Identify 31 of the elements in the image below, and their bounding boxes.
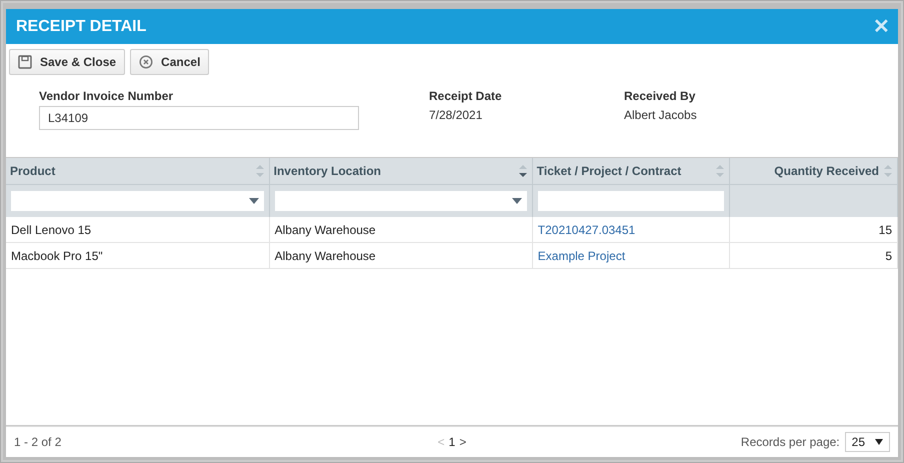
table-cell: 5 (729, 242, 898, 268)
filter-dropdown[interactable] (274, 191, 527, 211)
circle-x-icon (139, 55, 154, 69)
table-cell: Macbook Pro 15" (6, 242, 270, 268)
dropdown-arrow-icon (512, 198, 522, 204)
field-label: Vendor Invoice Number (39, 89, 174, 103)
table-cell: Albany Warehouse (269, 217, 532, 242)
link[interactable]: T20210427.03451 (538, 222, 636, 236)
record-range: 1 - 2 of 2 (14, 435, 62, 449)
table-cell: Albany Warehouse (269, 242, 532, 268)
next-page-button[interactable]: > (459, 435, 466, 449)
sort-icon[interactable] (518, 163, 528, 179)
received-by: Albert Jacobs (624, 108, 698, 122)
save-close-button[interactable]: Save & Close (9, 49, 126, 75)
records-per-page-select[interactable]: 25 (844, 432, 890, 452)
filter-dropdown[interactable] (11, 191, 264, 211)
receipt-date: 7/28/2021 (429, 108, 484, 122)
table-cell: 15 (729, 217, 898, 242)
dropdown-arrow-icon (248, 198, 259, 204)
field-label: Received By (624, 89, 696, 103)
dropdown-arrow-icon (875, 439, 883, 445)
records-per-page-label: Records per page: (740, 435, 840, 449)
vendor-invoice-field[interactable]: L34109 (39, 106, 359, 130)
filter-field[interactable] (538, 191, 724, 211)
link[interactable]: Example Project (538, 248, 626, 262)
field-label: Receipt Date (429, 89, 503, 103)
table-cell: Dell Lenovo 15 (6, 217, 270, 242)
page-number: 1 (448, 435, 456, 449)
cancel-button[interactable]: Cancel (130, 49, 210, 75)
window-title: RECEIPT DETAIL (16, 18, 146, 36)
column-header[interactable]: Product (10, 164, 56, 178)
